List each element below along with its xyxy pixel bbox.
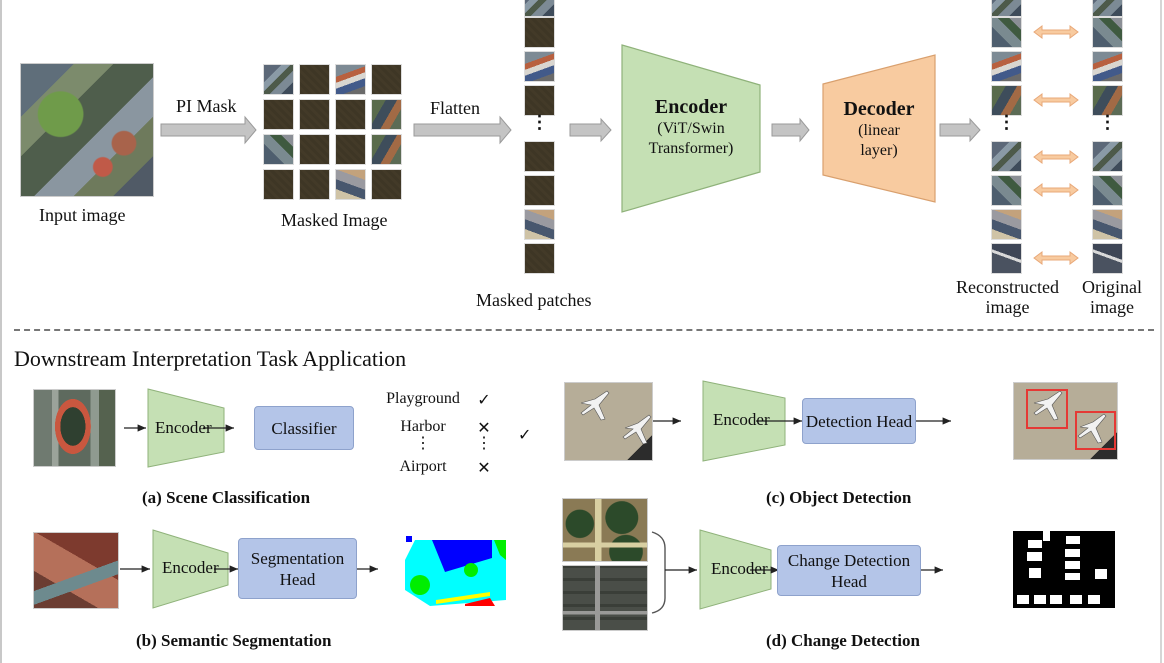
cd-change-region [1043,531,1050,541]
cd-change-region [1065,549,1080,557]
cd-change-region [1027,552,1042,561]
cd-change-region [1028,540,1042,548]
cd-change-region [1065,573,1080,580]
cd-change-region [1070,595,1082,604]
change-detection-output [1013,531,1115,608]
cd-change-region [1088,595,1100,604]
cd-change-region [1065,561,1080,569]
change-detection-caption: (d) Change Detection [766,631,920,650]
cd-change-region [1034,595,1046,604]
cd-change-region [1050,595,1062,604]
cd-change-region [1017,595,1029,604]
cd-change-region [1095,569,1107,579]
cd-change-region [1029,568,1041,578]
cd-change-region [1066,536,1080,544]
